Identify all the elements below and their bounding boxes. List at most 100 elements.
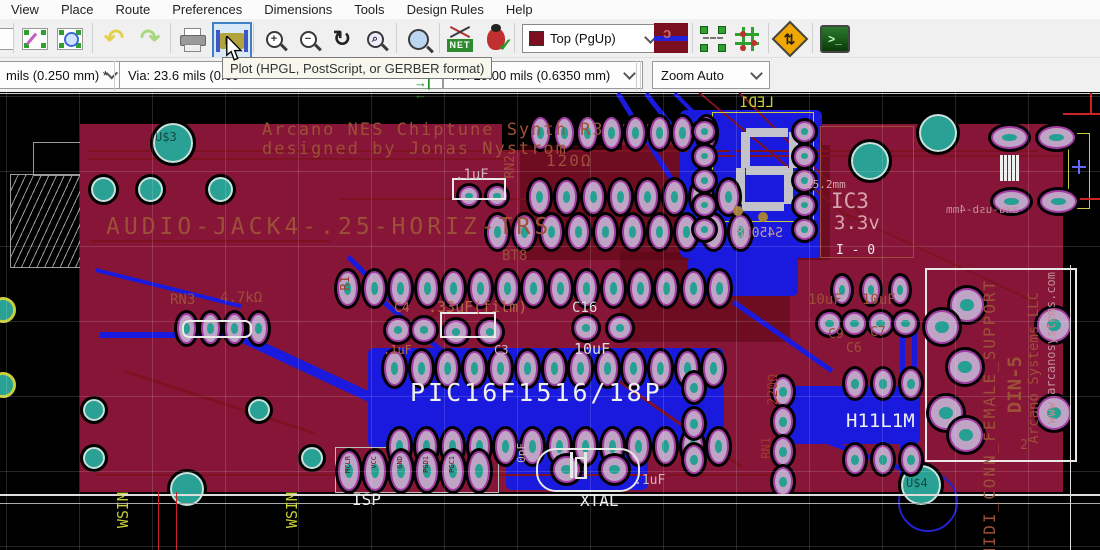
silk-ic3-voltage: 3.3v	[834, 212, 880, 234]
datum-line	[0, 503, 1100, 504]
pad	[894, 312, 917, 335]
silk-usb: axu-usb-4mm	[946, 203, 1019, 216]
pad	[683, 271, 704, 306]
isp-pin-mclr: MCLR	[344, 456, 352, 473]
layer-selector[interactable]: Top (PgUp)	[522, 24, 662, 53]
menu-help[interactable]: Help	[495, 2, 544, 17]
silk-120ohm: 120Ω	[546, 151, 593, 170]
pad	[925, 310, 959, 344]
pad	[794, 219, 815, 240]
module-viewer-icon[interactable]	[55, 24, 85, 54]
silk-xtal: XTAL	[580, 491, 619, 510]
pad	[655, 429, 676, 464]
silk-din5: DIN-5	[1004, 356, 1026, 413]
zoom-level-dropdown[interactable]: Zoom Auto	[652, 61, 770, 89]
copper-zone	[688, 256, 798, 296]
main-toolbar: ↶ ↷ + − ↻ ⌕ NET Top (PgUp) ↄ	[0, 19, 1100, 57]
pad	[794, 121, 815, 142]
mounting-hole	[205, 174, 236, 205]
redo-icon[interactable]: ↷	[135, 24, 165, 54]
trace-red	[340, 198, 540, 200]
isp-pin-pgd1: PGD1	[422, 456, 430, 473]
silk-film-cap: .33uF(film)	[428, 298, 527, 316]
axis-line	[1080, 198, 1100, 200]
isp-pin-vcc: VCC	[370, 456, 378, 469]
pad	[1038, 126, 1075, 149]
netlist-icon[interactable]: NET	[445, 24, 475, 54]
zoom-fit-icon[interactable]: ⌕	[360, 24, 390, 54]
silk-pic-label: PIC16F1516/18P	[410, 378, 663, 407]
pad	[845, 445, 865, 474]
zoom-in-icon[interactable]: +	[259, 24, 289, 54]
autoroute-icon[interactable]: ⇅	[775, 24, 805, 54]
pad	[673, 117, 692, 149]
xtal-pin	[570, 452, 573, 478]
silk-midi-support: MIDI_CONN_FEMALE_SUPPORT	[980, 228, 999, 550]
pad	[529, 180, 550, 214]
mounting-hole	[916, 111, 960, 155]
pcb-canvas[interactable]: Arcano NES Chiptune Synth R3 designed by…	[0, 92, 1100, 550]
resistor-outline	[182, 320, 252, 338]
silk-bt8: BT8	[502, 248, 527, 264]
pad	[630, 271, 651, 306]
menu-design-rules[interactable]: Design Rules	[396, 2, 495, 17]
clipped-pad	[0, 372, 16, 398]
pad	[684, 445, 704, 474]
menu-route[interactable]: Route	[104, 2, 161, 17]
silk-h11l1: H11L1M	[846, 410, 915, 432]
pad	[495, 429, 516, 464]
via-display-button[interactable]: ↄ	[654, 23, 688, 53]
pad	[583, 180, 604, 214]
usb-pin	[1008, 155, 1011, 181]
silk-board-subtitle: designed by Jonas Nystrom	[262, 139, 568, 159]
ratsnest-show-icon[interactable]	[698, 24, 728, 54]
board-edge-line	[0, 494, 1100, 496]
silk-website: www.arcanosystems.com	[1044, 272, 1058, 424]
silk-c3: C3	[494, 343, 508, 357]
mounting-hole	[298, 444, 326, 472]
silk-7seg-part: S45018	[736, 226, 783, 241]
menu-dimensions[interactable]: Dimensions	[253, 2, 343, 17]
pad	[637, 180, 658, 214]
mounting-hole	[245, 396, 273, 424]
zoom-selection-icon[interactable]	[403, 24, 433, 54]
track-width-dropdown[interactable]: mils (0.250 mm) *	[0, 61, 125, 89]
pad	[694, 170, 715, 191]
pad	[991, 126, 1028, 149]
silk-c16-value: 10uF	[574, 340, 610, 358]
pad	[843, 312, 866, 335]
zoom-out-icon[interactable]: −	[293, 24, 323, 54]
pad	[602, 117, 621, 149]
silk-r1: R1	[338, 276, 352, 290]
mounting-hole	[80, 444, 108, 472]
drc-icon[interactable]	[481, 24, 511, 54]
redraw-icon[interactable]: ↻	[327, 24, 357, 54]
mounting-hole	[848, 139, 892, 183]
undo-icon[interactable]: ↶	[99, 24, 129, 54]
silk-rn1: RN1	[759, 437, 773, 459]
ratsnest-module-icon[interactable]	[732, 24, 762, 54]
axis-line	[158, 492, 159, 550]
menu-tools[interactable]: Tools	[343, 2, 395, 17]
mounting-hole	[88, 174, 119, 205]
pad	[364, 271, 385, 306]
menu-view[interactable]: View	[0, 2, 50, 17]
silk-c7: C7	[870, 325, 886, 340]
usb-pin	[1000, 155, 1003, 181]
silk-c6: C6	[846, 341, 862, 356]
pad	[603, 271, 624, 306]
silk-wsim-1: WSIM	[114, 492, 132, 528]
pad	[610, 180, 631, 214]
module-editor-icon[interactable]	[20, 24, 50, 54]
pad	[608, 316, 632, 340]
clipped-pad	[0, 297, 16, 323]
silk-c4: C4	[394, 301, 410, 316]
scripting-console-icon[interactable]: >_	[820, 24, 850, 54]
pad	[773, 407, 793, 436]
pad	[703, 351, 724, 386]
menu-preferences[interactable]: Preferences	[161, 2, 253, 17]
print-icon[interactable]	[177, 24, 207, 54]
pad	[901, 369, 921, 398]
menu-place[interactable]: Place	[50, 2, 105, 17]
silk-rn2: RN2	[503, 155, 518, 178]
